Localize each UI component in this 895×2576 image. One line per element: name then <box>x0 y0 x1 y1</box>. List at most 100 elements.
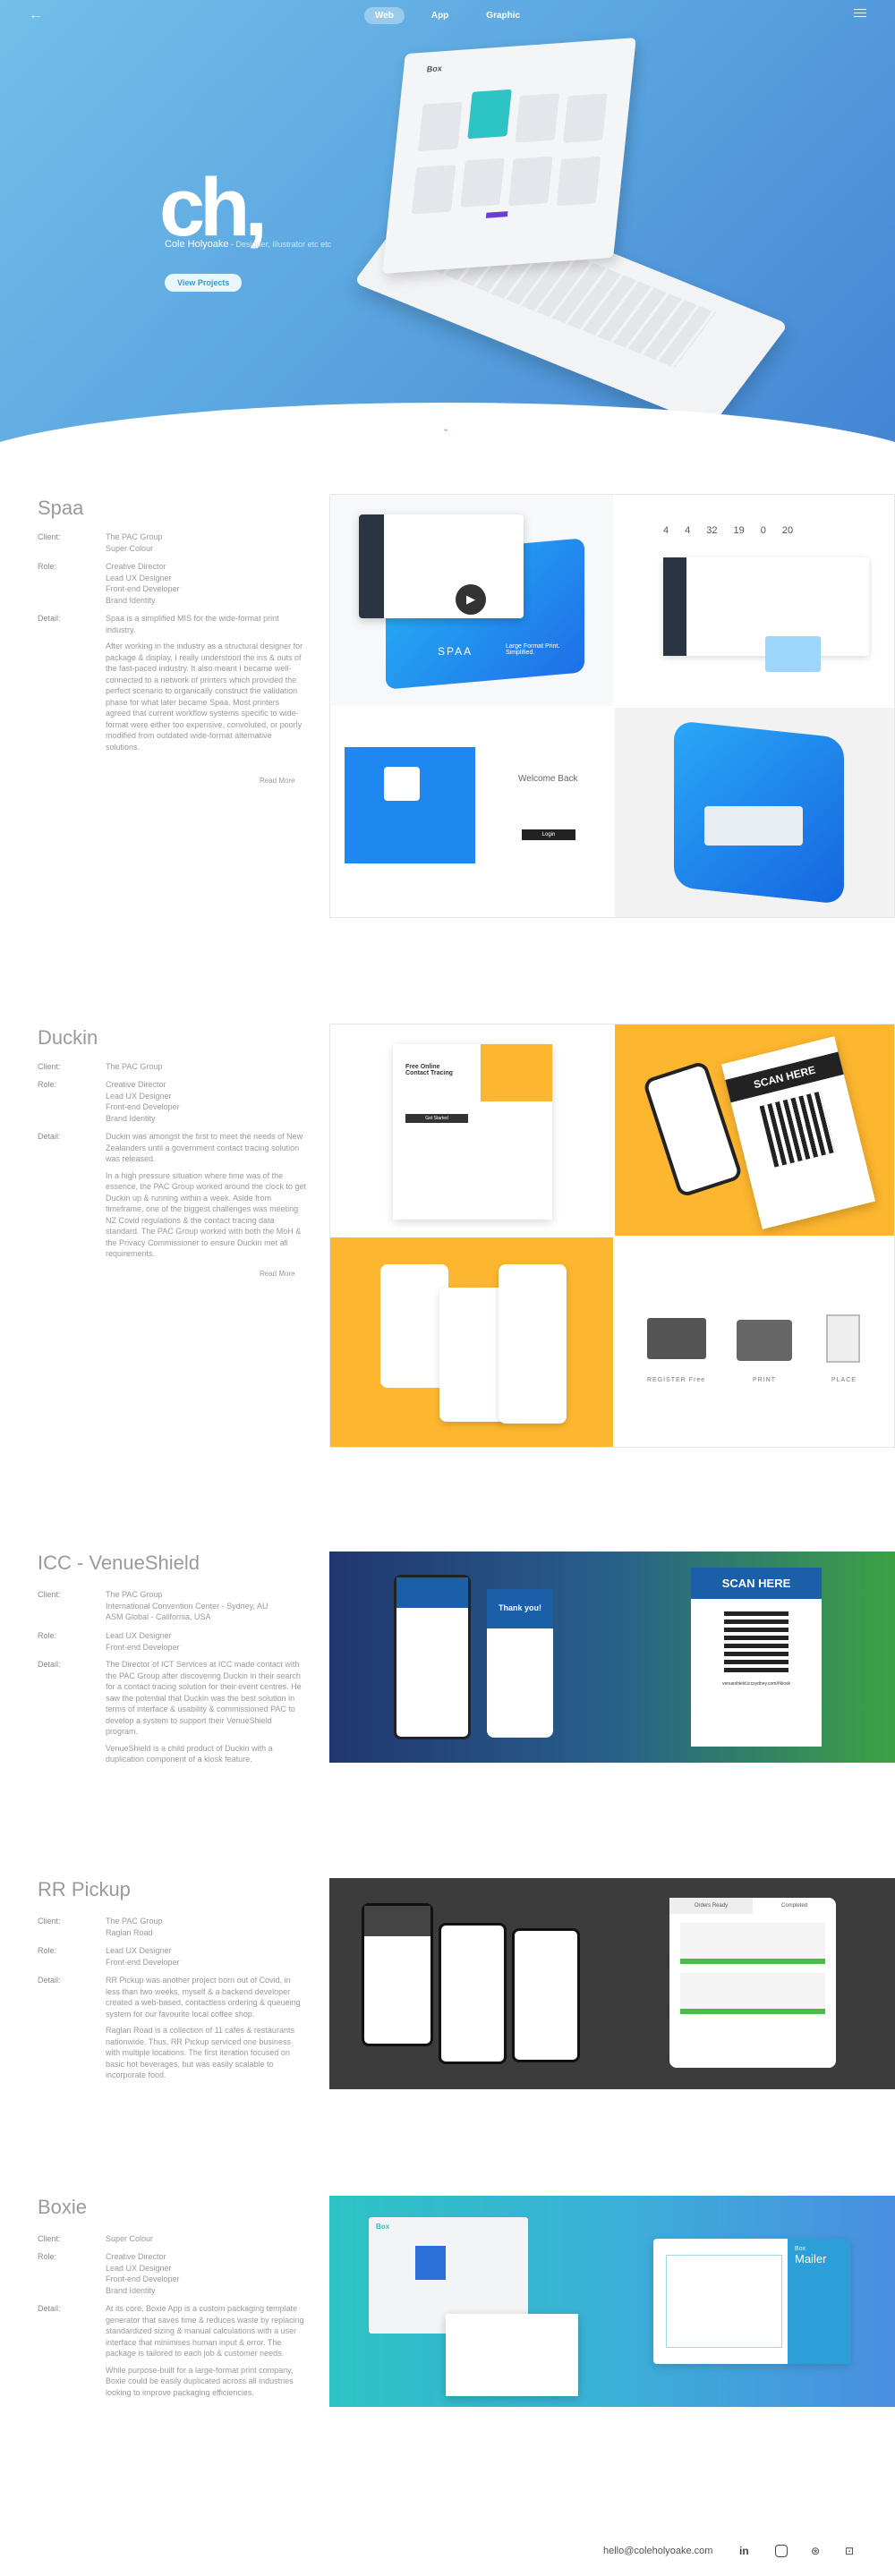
role-label: Role: <box>38 1080 57 1089</box>
wide-format-printer-icon <box>704 806 803 846</box>
tab-orders-ready[interactable]: Orders Ready <box>669 1898 753 1914</box>
cart-icon[interactable]: ⊡ <box>845 2545 854 2557</box>
client-name: International Convention Center - Sydney… <box>106 1601 268 1611</box>
role-label: Role: <box>38 562 57 571</box>
tab-completed[interactable]: Completed <box>753 1898 836 1914</box>
project-title: ICC - VenueShield <box>38 1552 200 1574</box>
role-item: Front-end Developer <box>106 584 180 593</box>
designer-roles: - Designer, Illustrator etc etc <box>228 240 332 249</box>
client-label: Client: <box>38 1917 61 1926</box>
client-label: Client: <box>38 1590 61 1599</box>
view-projects-button[interactable]: View Projects <box>165 274 243 292</box>
login-button[interactable]: Login <box>522 829 575 840</box>
spaa-brand-text: SPAA <box>438 645 473 658</box>
scroll-down-icon[interactable]: ⌄ <box>442 424 449 434</box>
project-title: RR Pickup <box>38 1878 131 1900</box>
screen-boxie-logo: Box <box>426 64 443 74</box>
qr-code <box>724 1608 788 1672</box>
spaa-blue-chip <box>765 636 821 672</box>
rr-phone <box>362 1903 433 2046</box>
step-register: REGISTER Free <box>647 1377 706 1383</box>
detail-paragraph: The Director of ICT Services at ICC made… <box>106 1660 302 1736</box>
laptop-screen: Box <box>382 38 636 274</box>
boxie-product-tile <box>415 2246 446 2280</box>
detail-paragraph: At its core, Boxie App is a custom packa… <box>106 2304 304 2358</box>
role-label: Role: <box>38 1946 57 1955</box>
detail-label: Detail: <box>38 1660 61 1669</box>
tab-app[interactable]: App <box>421 7 459 24</box>
email-link[interactable]: hello@coleholyoake.com <box>603 2546 712 2556</box>
role-item: Front-end Developer <box>106 2274 180 2283</box>
phone-screen <box>439 1288 507 1422</box>
lock-icon <box>384 767 420 801</box>
icc-gallery: Thank you! SCAN HERE venueshield.iccsydn… <box>329 1552 895 1763</box>
rr-gallery: Orders Ready Completed <box>329 1878 895 2089</box>
screen-tile <box>411 165 456 215</box>
stat-value: 32 <box>706 525 718 536</box>
role-item: Lead UX Designer <box>106 1091 172 1101</box>
detail-label: Detail: <box>38 614 61 623</box>
phone-screen <box>380 1264 448 1388</box>
rr-dashboard: Orders Ready Completed <box>669 1898 836 2068</box>
role-item: Lead UX Designer <box>106 573 172 582</box>
client-name: Super Colour <box>106 2234 154 2243</box>
scan-poster: SCAN HERE <box>720 1036 876 1229</box>
client-name: The PAC Group <box>106 1917 163 1926</box>
mailer-card: Box Mailer <box>653 2239 850 2364</box>
linkedin-icon[interactable]: in <box>739 2545 749 2557</box>
spaa-screen-login: Welcome Back Login <box>330 708 613 917</box>
screen-tile <box>508 156 553 207</box>
role-item: Creative Director <box>106 2252 166 2261</box>
role-item: Front-end Developer <box>106 1102 180 1111</box>
welcome-back-text: Welcome Back <box>518 774 578 784</box>
dribbble-icon[interactable]: ⊛ <box>811 2545 820 2557</box>
role-item: Brand Identity <box>106 1113 156 1123</box>
tab-web[interactable]: Web <box>363 7 405 24</box>
dieline-drawing <box>666 2255 782 2348</box>
spaa-gallery: ▶ SPAA Large Format Print. Simplified. 4… <box>329 494 895 918</box>
screen-tile <box>563 93 608 143</box>
phone-screen <box>499 1264 567 1424</box>
duckin-screen-steps: REGISTER Free PRINT PLACE <box>615 1237 894 1447</box>
landing-headline: Free Online Contact Tracing <box>405 1064 453 1076</box>
mailer-title: Mailer <box>795 2252 827 2266</box>
screen-tile <box>515 93 559 143</box>
detail-label: Detail: <box>38 1976 61 1985</box>
project-title: Boxie <box>38 2196 88 2218</box>
play-button-icon[interactable]: ▶ <box>456 584 486 615</box>
detail-paragraph: While purpose-built for a large-format p… <box>106 2365 294 2397</box>
project-title: Duckin <box>38 1026 98 1049</box>
role-item: Creative Director <box>106 562 166 571</box>
instagram-icon[interactable] <box>775 2545 788 2557</box>
read-more-link[interactable]: Read More <box>260 1270 295 1278</box>
role-item: Brand Identity <box>106 2285 156 2295</box>
detail-paragraph: RR Pickup was another project born out o… <box>106 1976 301 2019</box>
order-card <box>680 1923 825 1964</box>
read-more-link[interactable]: Read More <box>260 777 295 785</box>
hero-tagline: Cole Holyoake - Designer, Illustrator et… <box>165 239 331 250</box>
stat-value: 4 <box>685 525 691 536</box>
screen-tile <box>418 101 463 152</box>
get-started-button[interactable]: Get Started <box>405 1114 468 1123</box>
detail-paragraph: Duckin was amongst the first to meet the… <box>106 1132 303 1163</box>
detail-label: Detail: <box>38 1132 61 1141</box>
screen-tile-highlight <box>467 89 512 140</box>
tab-graphic[interactable]: Graphic <box>475 7 531 24</box>
client-name: Raglan Road <box>106 1927 153 1937</box>
role-label: Role: <box>38 2252 57 2261</box>
stat-value: 20 <box>781 525 794 536</box>
role-item: Creative Director <box>106 1080 166 1089</box>
boxie-detail-window <box>446 2314 578 2396</box>
scan-here-poster: SCAN HERE venueshield.iccsydney.com/#kio… <box>691 1568 822 1747</box>
detail-paragraph: VenueShield is a child product of Duckin… <box>106 1743 273 1764</box>
hamburger-menu-icon[interactable] <box>854 9 866 20</box>
client-label: Client: <box>38 2234 61 2243</box>
client-label: Client: <box>38 532 61 541</box>
boxie-gallery: Box Box Mailer <box>329 2196 895 2407</box>
scan-here-banner: SCAN HERE <box>691 1568 822 1599</box>
hero-banner: ← Web App Graphic Box ch, Cole Holyoake … <box>0 0 895 447</box>
detail-label: Detail: <box>38 2304 61 2313</box>
step-print: PRINT <box>753 1377 776 1383</box>
screen-tile <box>556 156 601 207</box>
screen-tile <box>460 157 505 208</box>
